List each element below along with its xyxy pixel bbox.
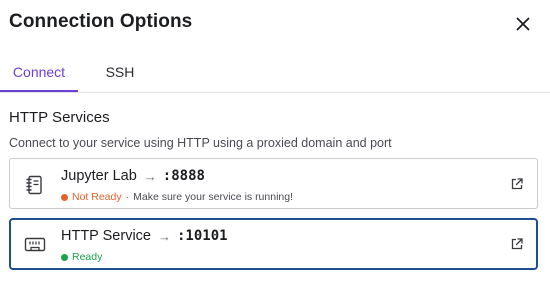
service-status-row: Ready <box>61 251 102 263</box>
status-dot <box>61 193 68 201</box>
status-separator: · <box>125 191 130 203</box>
connection-options-dialog: Connection Options Connect SSH HTTP Serv… <box>0 0 550 298</box>
dialog-title: Connection Options <box>9 11 193 32</box>
service-status-row: Not Ready · Make sure your service is ru… <box>61 191 293 203</box>
service-name: HTTP Service <box>61 228 151 244</box>
service-name: Jupyter Lab <box>61 168 137 184</box>
external-link-icon[interactable] <box>510 237 524 251</box>
service-name-row: Jupyter Lab → :8888 <box>61 168 205 184</box>
status-hint: Make sure your service is running! <box>133 191 294 203</box>
notebook-icon <box>26 175 42 195</box>
ethernet-port-icon <box>24 237 46 252</box>
service-port: :10101 <box>176 228 228 244</box>
tab-bar: Connect SSH <box>0 54 550 93</box>
external-link-icon[interactable] <box>510 177 524 191</box>
tab-connect[interactable]: Connect <box>0 54 78 92</box>
service-name-row: HTTP Service → :10101 <box>61 228 228 244</box>
close-icon <box>516 17 530 31</box>
service-card-jupyter-lab[interactable]: Jupyter Lab → :8888 Not Ready · Make sur… <box>9 158 538 209</box>
status-dot <box>61 253 68 261</box>
status-text: Not Ready <box>72 191 122 203</box>
section-title: HTTP Services <box>9 109 110 126</box>
tab-ssh[interactable]: SSH <box>100 54 140 91</box>
arrow-right-icon: → <box>143 168 157 184</box>
arrow-right-icon: → <box>157 228 171 244</box>
service-port: :8888 <box>162 168 205 184</box>
service-card-http-service[interactable]: HTTP Service → :10101 Ready <box>9 218 538 270</box>
section-description: Connect to your service using HTTP using… <box>9 136 392 150</box>
status-text: Ready <box>72 251 103 263</box>
close-button[interactable] <box>512 13 534 35</box>
